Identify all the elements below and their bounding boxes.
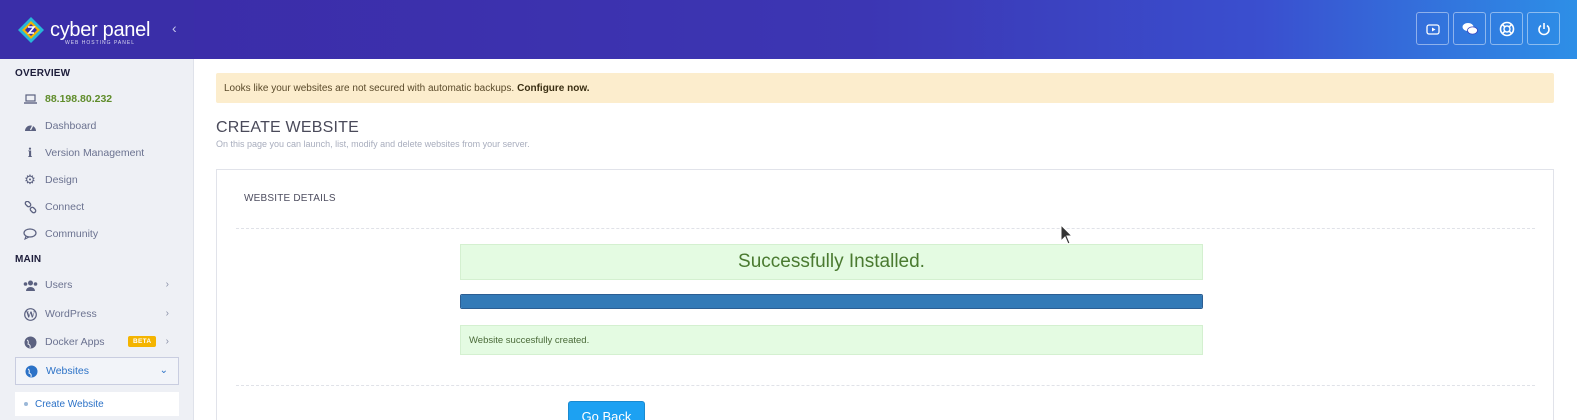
link-icon <box>15 200 45 214</box>
globe-icon <box>16 365 46 378</box>
sidebar: OVERVIEW 88.198.80.232 Dashboard i Versi… <box>0 59 194 420</box>
brand-tagline: WEB HOSTING PANEL <box>65 40 135 46</box>
sidebar-item-label: Users <box>45 279 73 291</box>
sidebar-item-label: Dashboard <box>45 120 97 132</box>
sidebar-item-ip[interactable]: 88.198.80.232 <box>15 87 179 111</box>
chevron-right-icon: › <box>165 336 169 347</box>
gear-icon: ⚙ <box>24 172 36 187</box>
sidebar-item-label: Community <box>45 228 99 240</box>
sidebar-item-community[interactable]: Community <box>15 222 179 246</box>
chevron-right-icon: › <box>165 308 169 319</box>
sidebar-item-label: Design <box>45 174 78 186</box>
go-back-button[interactable]: Go Back <box>568 401 645 420</box>
svg-text:W: W <box>25 309 36 319</box>
chevron-down-icon: ⌄ <box>159 365 168 376</box>
sidebar-subitem-create-website[interactable]: Create Website <box>15 392 179 416</box>
top-header: cyber panel WEB HOSTING PANEL ‹ <box>0 0 1577 59</box>
sidebar-item-label: Version Management <box>45 147 145 159</box>
sidebar-subitem-label: Create Website <box>35 398 104 410</box>
backup-alert: Looks like your websites are not secured… <box>216 73 1554 103</box>
divider <box>236 385 1535 386</box>
cyberpanel-logo-icon <box>18 17 44 43</box>
wordpress-icon: W <box>15 307 45 321</box>
logo-area: cyber panel WEB HOSTING PANEL ‹ <box>0 0 194 59</box>
support-button[interactable] <box>1490 12 1523 45</box>
laptop-icon <box>15 94 45 104</box>
logout-button[interactable] <box>1527 12 1560 45</box>
dashboard-icon <box>15 121 45 132</box>
install-status-box: Successfully Installed. <box>460 244 1203 280</box>
website-details-panel: WEBSITE DETAILS Successfully Installed. … <box>216 169 1554 420</box>
sidebar-item-label: Docker Apps <box>45 336 105 348</box>
support-icon <box>1499 21 1514 36</box>
sidebar-item-design[interactable]: ⚙ Design <box>15 168 179 192</box>
sidebar-item-dashboard[interactable]: Dashboard <box>15 114 179 138</box>
result-message-text: Website succesfully created. <box>469 334 590 346</box>
users-icon <box>15 280 45 291</box>
install-status-text: Successfully Installed. <box>738 251 925 272</box>
page-subtitle: On this page you can launch, list, modif… <box>216 139 530 149</box>
beta-badge: BETA <box>128 336 157 347</box>
sidebar-item-label: Websites <box>46 365 89 377</box>
alert-text: Looks like your websites are not secured… <box>224 82 515 94</box>
chat-button[interactable] <box>1453 12 1486 45</box>
panel-title: WEBSITE DETAILS <box>244 193 336 204</box>
server-ip: 88.198.80.232 <box>45 93 113 105</box>
sidebar-collapse-button[interactable]: ‹ <box>172 20 177 36</box>
power-icon <box>1537 22 1550 35</box>
comments-icon <box>15 228 45 240</box>
youtube-button[interactable] <box>1416 12 1449 45</box>
chevron-right-icon: › <box>165 279 169 290</box>
install-progress-bar <box>460 294 1203 309</box>
chat-icon <box>1462 22 1478 34</box>
info-icon: i <box>27 146 33 160</box>
sidebar-item-connect[interactable]: Connect <box>15 195 179 219</box>
sidebar-item-label: Connect <box>45 201 85 213</box>
globe-icon <box>15 336 45 349</box>
sidebar-item-users[interactable]: Users › <box>15 273 179 297</box>
youtube-icon <box>1425 23 1440 35</box>
divider <box>236 228 1535 229</box>
sidebar-item-label: WordPress <box>45 308 97 320</box>
brand-name: cyber panel <box>50 19 151 41</box>
sidebar-item-version-management[interactable]: i Version Management <box>15 141 179 165</box>
configure-now-link[interactable]: Configure now. <box>517 83 589 94</box>
sidebar-item-docker-apps[interactable]: Docker Apps BETA › <box>15 330 179 354</box>
overview-section-title: OVERVIEW <box>15 68 71 79</box>
main-section-title: MAIN <box>15 254 42 265</box>
mouse-cursor-icon <box>1060 224 1073 245</box>
sidebar-item-websites[interactable]: Websites ⌄ <box>15 357 179 385</box>
sidebar-item-wordpress[interactable]: W WordPress › <box>15 302 179 326</box>
result-message-box: Website succesfully created. <box>460 325 1203 355</box>
progress-fill <box>461 295 1202 308</box>
bullet-icon <box>24 402 28 406</box>
page-title: CREATE WEBSITE <box>216 119 359 136</box>
